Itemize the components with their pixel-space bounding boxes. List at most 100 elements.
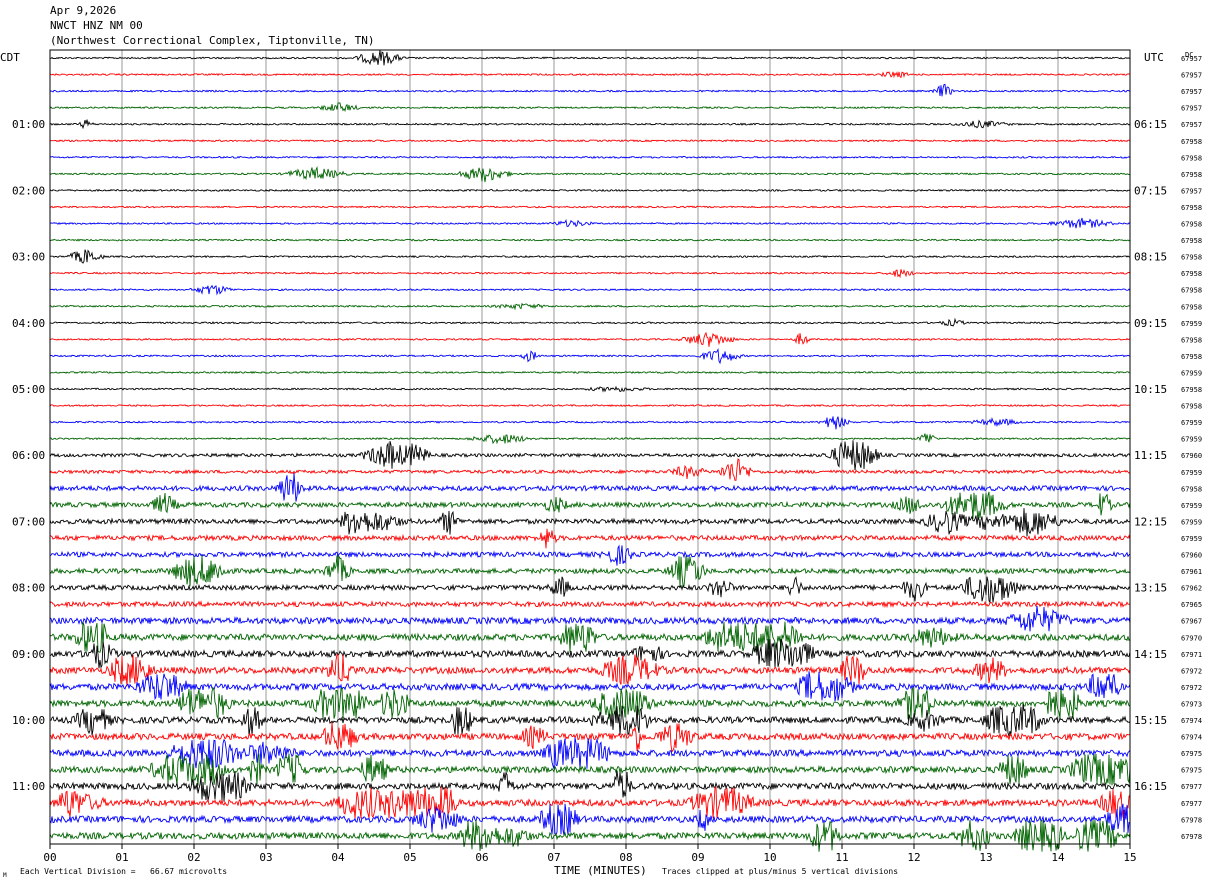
scale-note: Each Vertical Division = 66.67 microvolt… bbox=[20, 867, 227, 876]
dc-offset-label: 67958 bbox=[1181, 485, 1202, 493]
dc-offset-label: 67957 bbox=[1181, 55, 1202, 63]
dc-offset-label: 67957 bbox=[1181, 187, 1202, 195]
trace-36 bbox=[49, 621, 1131, 653]
utc-label: UTC bbox=[1144, 51, 1164, 64]
trace-37 bbox=[49, 639, 1131, 669]
trace-4 bbox=[49, 102, 1131, 113]
x-tick-label: 13 bbox=[979, 851, 992, 864]
trace-28 bbox=[49, 491, 1131, 521]
trace-13 bbox=[49, 249, 1131, 264]
utc-hour-label: 13:15 bbox=[1134, 582, 1167, 595]
trace-21 bbox=[49, 385, 1131, 393]
utc-hour-label: 11:15 bbox=[1134, 449, 1167, 462]
trace-34 bbox=[49, 600, 1131, 609]
trace-38 bbox=[49, 653, 1131, 687]
utc-hour-label: 14:15 bbox=[1134, 648, 1167, 661]
trace-43 bbox=[49, 737, 1131, 770]
x-tick-label: 09 bbox=[691, 851, 704, 864]
trace-5 bbox=[49, 119, 1131, 130]
trace-42 bbox=[49, 722, 1131, 753]
trace-3 bbox=[49, 83, 1131, 97]
cdt-hour-label: 03:00 bbox=[12, 251, 45, 264]
dc-offset-label: 67958 bbox=[1181, 386, 1202, 394]
dc-offset-label: 67958 bbox=[1181, 154, 1202, 162]
trace-1 bbox=[49, 49, 1131, 66]
dc-offset-label: 67957 bbox=[1181, 105, 1202, 113]
trace-47 bbox=[49, 803, 1131, 837]
dc-offset-label: 67970 bbox=[1181, 634, 1202, 642]
corner-mark: M bbox=[3, 872, 7, 879]
trace-24 bbox=[49, 433, 1131, 445]
dc-offset-label: 67972 bbox=[1181, 684, 1202, 692]
utc-hour-label: 09:15 bbox=[1134, 317, 1167, 330]
trace-6 bbox=[49, 139, 1131, 143]
trace-41 bbox=[49, 704, 1131, 737]
x-tick-label: 15 bbox=[1123, 851, 1136, 864]
x-tick-label: 12 bbox=[907, 851, 920, 864]
dc-offset-label: 67958 bbox=[1181, 254, 1202, 262]
trace-group bbox=[49, 49, 1131, 852]
trace-48 bbox=[49, 819, 1131, 852]
trace-40 bbox=[49, 686, 1131, 720]
x-tick-label: 06 bbox=[475, 851, 488, 864]
trace-20 bbox=[49, 370, 1131, 375]
dc-offset-label: 67958 bbox=[1181, 171, 1202, 179]
dc-offset-label: 67959 bbox=[1181, 518, 1202, 526]
dc-offset-label: 67957 bbox=[1181, 121, 1202, 129]
dc-offset-label: 67959 bbox=[1181, 502, 1202, 510]
trace-31 bbox=[49, 544, 1131, 566]
dc-offset-label: 67959 bbox=[1181, 535, 1202, 543]
cdt-hour-label: 06:00 bbox=[12, 449, 45, 462]
x-tick-label: 01 bbox=[115, 851, 128, 864]
dc-offset-label: 67961 bbox=[1181, 568, 1202, 576]
x-tick-label: 02 bbox=[187, 851, 200, 864]
x-tick-label: 14 bbox=[1051, 851, 1065, 864]
utc-hour-label: 12:15 bbox=[1134, 515, 1167, 528]
trace-15 bbox=[49, 284, 1131, 296]
dc-offset-label: 67965 bbox=[1181, 601, 1202, 609]
cdt-hour-label: 08:00 bbox=[12, 582, 45, 595]
dc-offset-label: 67974 bbox=[1181, 734, 1202, 742]
dc-offset-label: 67959 bbox=[1181, 369, 1202, 377]
trace-33 bbox=[49, 576, 1131, 604]
cdt-hour-label: 11:00 bbox=[12, 780, 45, 793]
trace-23 bbox=[49, 416, 1130, 430]
dc-offset-label: 67958 bbox=[1181, 204, 1202, 212]
utc-hour-label: 15:15 bbox=[1134, 714, 1167, 727]
dc-offset-label: 67975 bbox=[1181, 750, 1202, 758]
trace-26 bbox=[49, 458, 1131, 481]
dc-offset-label: 67973 bbox=[1181, 700, 1202, 708]
dc-offset-label: 67959 bbox=[1181, 469, 1202, 477]
x-tick-label: 04 bbox=[331, 851, 345, 864]
dc-offset-label: 67959 bbox=[1181, 436, 1202, 444]
trace-9 bbox=[49, 188, 1131, 192]
dc-offset-label: 67960 bbox=[1181, 452, 1202, 460]
dc-offset-label: 67957 bbox=[1181, 72, 1202, 80]
x-tick-label: 10 bbox=[763, 851, 776, 864]
trace-11 bbox=[49, 217, 1131, 229]
utc-hour-label: 08:15 bbox=[1134, 251, 1167, 264]
utc-hour-label: 07:15 bbox=[1134, 184, 1167, 197]
x-tick-label: 08 bbox=[619, 851, 632, 864]
cdt-hour-label: 07:00 bbox=[12, 515, 45, 528]
trace-18 bbox=[49, 331, 1131, 347]
trace-25 bbox=[49, 440, 1131, 471]
trace-22 bbox=[49, 404, 1130, 408]
dc-offset-label: 67977 bbox=[1181, 800, 1202, 808]
dc-offset-label: 67967 bbox=[1181, 618, 1202, 626]
dc-offset-label: 67959 bbox=[1181, 320, 1202, 328]
cdt-hour-label: 02:00 bbox=[12, 184, 45, 197]
cdt-hour-label: 10:00 bbox=[12, 714, 45, 727]
dc-offset-label: 67974 bbox=[1181, 717, 1202, 725]
trace-2 bbox=[49, 71, 1131, 79]
dc-offset-label: 67971 bbox=[1181, 651, 1202, 659]
x-tick-label: 05 bbox=[403, 851, 416, 864]
trace-7 bbox=[49, 155, 1131, 159]
trace-27 bbox=[49, 472, 1131, 502]
trace-19 bbox=[49, 348, 1131, 365]
axis-labels: 00 01 02 03 04 05 06 07 08 09 10 11 12 13 14 15 67957 679… bbox=[12, 55, 1202, 864]
trace-12 bbox=[49, 238, 1131, 242]
trace-10 bbox=[49, 205, 1131, 209]
dc-offset-label: 67957 bbox=[1181, 88, 1202, 96]
plot-frame bbox=[49, 49, 1131, 845]
